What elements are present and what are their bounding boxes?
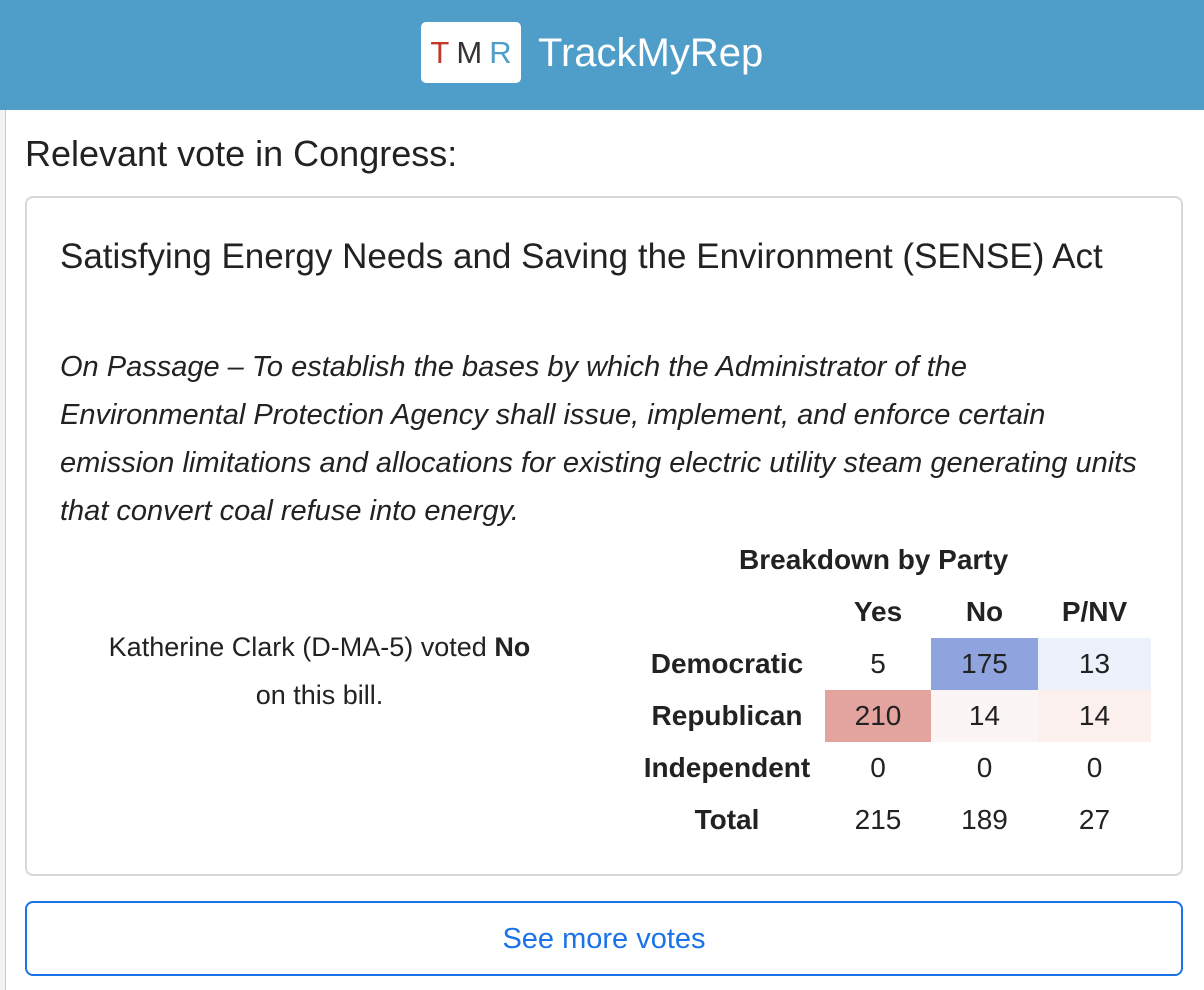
vote-statement-suffix: on this bill.	[255, 680, 384, 710]
table-row: Independent 0 0 0	[629, 742, 1151, 794]
party-breakdown-table: Yes No P/NV Democratic 5 175 13 Republic…	[629, 586, 1151, 846]
bill-description: On Passage – To establish the bases by w…	[60, 351, 1137, 527]
table-row: Democratic 5 175 13	[629, 638, 1151, 690]
vote-card: Satisfying Energy Needs and Saving the E…	[25, 196, 1183, 876]
app-name: TrackMyRep	[538, 31, 764, 75]
see-more-votes-button[interactable]: See more votes	[25, 901, 1183, 976]
breakdown-title: Breakdown by Party	[739, 544, 1009, 575]
logo-letter-t: T	[430, 34, 457, 70]
rep-vote-statement: Katherine Clark (D-MA-5) voted No on thi…	[47, 623, 592, 719]
background-window-edge	[0, 110, 6, 990]
logo-letter-m: M	[456, 34, 490, 70]
cell-total-yes: 215	[825, 794, 931, 846]
app-header: T M R TrackMyRep	[0, 0, 1204, 110]
cell-total-no: 189	[931, 794, 1038, 846]
cell-democratic-pnv: 13	[1038, 638, 1151, 690]
cell-republican-no: 14	[931, 690, 1038, 742]
cell-democratic-no: 175	[931, 638, 1038, 690]
row-label-total: Total	[694, 804, 760, 835]
cell-independent-no: 0	[931, 742, 1038, 794]
tmr-logo: T M R	[421, 22, 521, 83]
logo-letter-r: R	[489, 34, 519, 70]
table-row: Republican 210 14 14	[629, 690, 1151, 742]
column-header-pnv: P/NV	[1061, 596, 1128, 627]
row-label-democratic: Democratic	[650, 648, 804, 679]
vote-value: No	[494, 632, 531, 662]
table-header-row: Yes No P/NV	[629, 586, 1151, 638]
column-header-no: No	[965, 596, 1004, 627]
section-heading: Relevant vote in Congress:	[25, 133, 458, 174]
cell-republican-pnv: 14	[1038, 690, 1151, 742]
vote-statement-prefix: Katherine Clark (D-MA-5) voted	[108, 632, 487, 662]
cell-independent-yes: 0	[825, 742, 931, 794]
cell-democratic-yes: 5	[825, 638, 931, 690]
table-row-total: Total 215 189 27	[629, 794, 1151, 846]
cell-republican-yes: 210	[825, 690, 931, 742]
corner-cell	[629, 586, 825, 638]
row-label-republican: Republican	[651, 700, 803, 731]
cell-total-pnv: 27	[1038, 794, 1151, 846]
cell-independent-pnv: 0	[1038, 742, 1151, 794]
column-header-yes: Yes	[853, 596, 903, 627]
row-label-independent: Independent	[643, 752, 811, 783]
bill-title: Satisfying Energy Needs and Saving the E…	[60, 237, 1103, 276]
